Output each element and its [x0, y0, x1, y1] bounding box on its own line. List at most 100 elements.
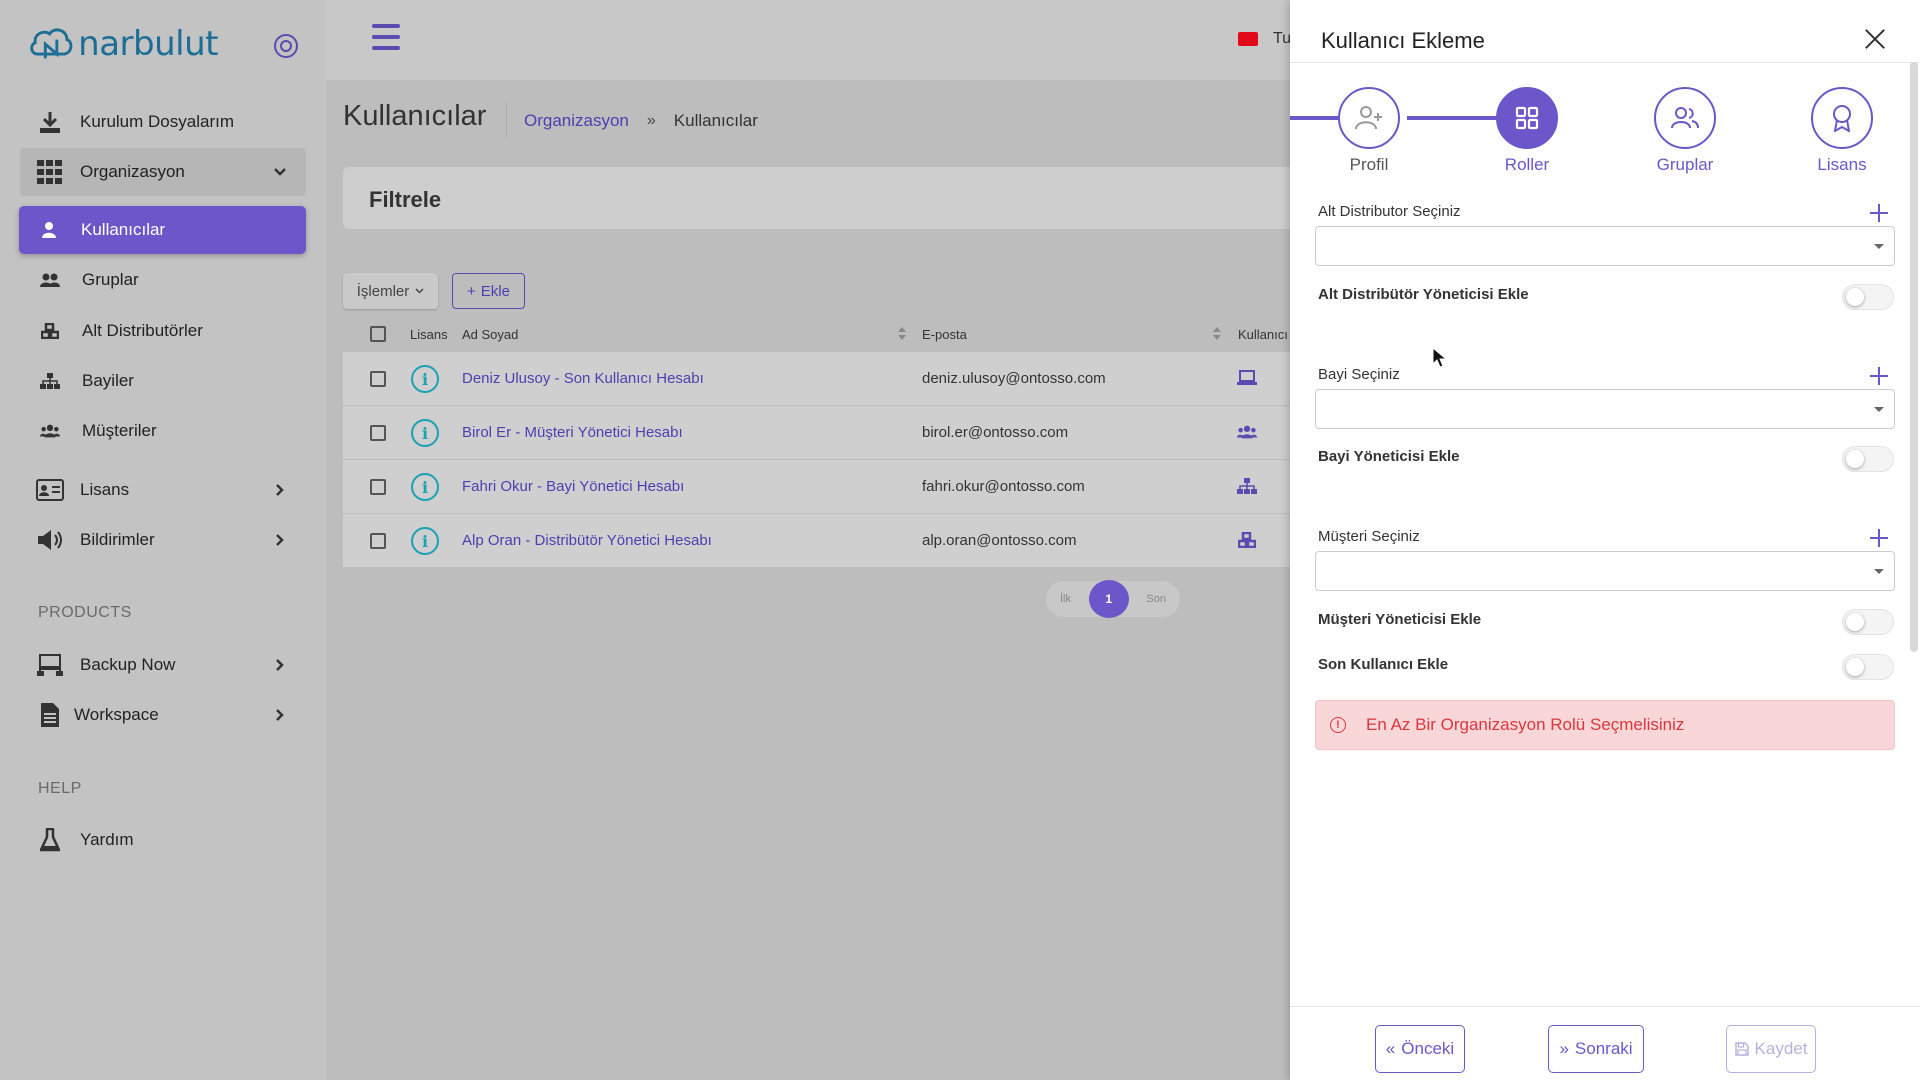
- sidebar-item-organizasyon[interactable]: Organizasyon: [20, 148, 306, 196]
- plus-icon[interactable]: [1870, 529, 1888, 547]
- step-profil[interactable]: [1338, 87, 1400, 149]
- chevron-right-icon: [270, 530, 290, 550]
- sitemap-icon: [1236, 476, 1258, 496]
- select-all-checkbox[interactable]: [370, 326, 386, 342]
- row-email: birol.er@ontosso.com: [922, 424, 1069, 441]
- footer-divider: [1290, 1006, 1920, 1007]
- info-icon[interactable]: i: [411, 419, 439, 447]
- previous-button[interactable]: « Önceki: [1375, 1025, 1465, 1073]
- sidebar-item-label: Yardım: [80, 830, 134, 849]
- floppy-disk-icon: [1734, 1042, 1749, 1056]
- sidebar-item-lisans[interactable]: Lisans: [20, 466, 306, 514]
- sidebar-item-yardim[interactable]: Yardım: [20, 816, 306, 864]
- brand-logo[interactable]: narbulut: [28, 16, 218, 72]
- bayi-admin-toggle[interactable]: [1842, 446, 1894, 472]
- table-row[interactable]: i Birol Er - Müşteri Yönetici Hesabı bir…: [343, 405, 1343, 459]
- pager-last[interactable]: Son: [1146, 593, 1166, 605]
- header-email[interactable]: E-posta: [922, 327, 967, 342]
- drawer-scrollbar[interactable]: [1910, 62, 1918, 652]
- user-plus-icon: [1355, 106, 1382, 130]
- alt-distributor-admin-label: Alt Distribütör Yöneticisi Ekle: [1318, 286, 1529, 303]
- turkey-flag-icon[interactable]: [1238, 32, 1258, 46]
- step-lisans[interactable]: [1811, 87, 1873, 149]
- pagination: İlk 1 Son: [1046, 580, 1180, 618]
- row-checkbox[interactable]: [370, 533, 386, 549]
- file-icon: [36, 701, 64, 729]
- next-button[interactable]: » Sonraki: [1548, 1025, 1644, 1073]
- sidebar-item-alt-distributorler[interactable]: Alt Distributörler: [20, 307, 306, 355]
- sort-icon[interactable]: [898, 327, 906, 341]
- breadcrumb-link-organizasyon[interactable]: Organizasyon: [524, 111, 629, 131]
- row-name-link[interactable]: Alp Oran - Distribütör Yönetici Hesabı: [462, 532, 712, 549]
- language-selector[interactable]: Tu: [1273, 30, 1291, 48]
- alt-distributor-select[interactable]: [1315, 226, 1895, 266]
- table-row[interactable]: i Alp Oran - Distribütör Yönetici Hesabı…: [343, 513, 1343, 567]
- pager-page-current[interactable]: 1: [1088, 580, 1129, 618]
- pager-first[interactable]: İlk: [1060, 593, 1071, 605]
- row-checkbox[interactable]: [370, 479, 386, 495]
- sidebar-item-label: Gruplar: [82, 270, 139, 289]
- son-kullanici-label: Son Kullanıcı Ekle: [1318, 656, 1449, 673]
- musteri-admin-toggle[interactable]: [1842, 609, 1894, 635]
- sidebar-item-label: Workspace: [74, 705, 159, 724]
- bayi-label: Bayi Seçiniz: [1318, 366, 1400, 383]
- header-name[interactable]: Ad Soyad: [462, 327, 518, 342]
- add-user-button[interactable]: + Ekle: [452, 273, 525, 309]
- drawer-title: Kullanıcı Ekleme: [1321, 28, 1485, 53]
- caret-down-icon: [1874, 569, 1884, 574]
- save-button[interactable]: Kaydet: [1726, 1025, 1816, 1073]
- row-checkbox[interactable]: [370, 371, 386, 387]
- info-icon[interactable]: i: [411, 365, 439, 393]
- step-gruplar[interactable]: [1654, 87, 1716, 149]
- sort-icon[interactable]: [1213, 327, 1221, 341]
- row-name-link[interactable]: Deniz Ulusoy - Son Kullanıcı Hesabı: [462, 370, 704, 387]
- table-header: Lisans Ad Soyad E-posta Kullanıcı: [343, 317, 1343, 351]
- sidebar-item-bayiler[interactable]: Bayiler: [20, 357, 306, 405]
- header-type[interactable]: Kullanıcı: [1238, 327, 1288, 342]
- plus-icon[interactable]: [1870, 204, 1888, 222]
- table-row[interactable]: i Fahri Okur - Bayi Yönetici Hesabı fahr…: [343, 459, 1343, 513]
- operations-dropdown-button[interactable]: İşlemler: [343, 273, 438, 309]
- chevron-right-icon: [270, 655, 290, 675]
- step-label-profil: Profil: [1349, 155, 1389, 174]
- sidebar-item-label: Lisans: [80, 480, 130, 499]
- sidebar-item-musteriler[interactable]: Müşteriler: [20, 407, 306, 455]
- hamburger-menu-icon[interactable]: [372, 24, 400, 50]
- chevron-down-icon: [415, 288, 424, 294]
- plus-icon[interactable]: [1870, 367, 1888, 385]
- close-icon[interactable]: [1864, 28, 1886, 50]
- sidebar-item-backup-now[interactable]: Backup Now: [20, 641, 306, 689]
- son-kullanici-toggle[interactable]: [1842, 654, 1894, 680]
- alt-distributor-label: Alt Distributor Seçiniz: [1318, 203, 1461, 220]
- step-label-gruplar: Gruplar: [1656, 155, 1714, 174]
- musteri-select[interactable]: [1315, 551, 1895, 591]
- users-group-icon: [40, 417, 60, 445]
- alt-distributor-admin-toggle[interactable]: [1842, 284, 1894, 310]
- table-row[interactable]: i Deniz Ulusoy - Son Kullanıcı Hesabı de…: [343, 351, 1343, 405]
- row-email: deniz.ulusoy@ontosso.com: [922, 370, 1106, 387]
- sidebar-item-gruplar[interactable]: Gruplar: [20, 256, 306, 304]
- mouse-cursor-icon: [1432, 347, 1448, 368]
- info-icon[interactable]: i: [411, 527, 439, 555]
- previous-label: Önceki: [1401, 1039, 1455, 1058]
- row-checkbox[interactable]: [370, 425, 386, 441]
- bayi-select[interactable]: [1315, 389, 1895, 429]
- filter-panel[interactable]: Filtrele: [343, 167, 1343, 229]
- sidebar-item-workspace[interactable]: Workspace: [20, 691, 306, 739]
- sidebar-item-kurulum[interactable]: Kurulum Dosyalarım: [20, 98, 306, 146]
- row-name-link[interactable]: Fahri Okur - Bayi Yönetici Hesabı: [462, 478, 684, 495]
- sidebar-pin-toggle[interactable]: [274, 34, 298, 58]
- sidebar-item-bildirimler[interactable]: Bildirimler: [20, 516, 306, 564]
- step-label-lisans: Lisans: [1817, 155, 1867, 174]
- sitemap-icon: [40, 367, 60, 395]
- brand-name: narbulut: [78, 24, 218, 64]
- bayi-admin-label: Bayi Yöneticisi Ekle: [1318, 448, 1460, 465]
- step-roller[interactable]: [1496, 87, 1558, 149]
- sidebar-item-label: Alt Distributörler: [82, 321, 203, 340]
- caret-down-icon: [1874, 407, 1884, 412]
- row-name-link[interactable]: Birol Er - Müşteri Yönetici Hesabı: [462, 424, 683, 441]
- section-label-products: PRODUCTS: [38, 604, 132, 621]
- error-alert: ! En Az Bir Organizasyon Rolü Seçmelisin…: [1315, 700, 1895, 750]
- sidebar-item-kullanicilar[interactable]: Kullanıcılar: [19, 206, 306, 254]
- info-icon[interactable]: i: [411, 473, 439, 501]
